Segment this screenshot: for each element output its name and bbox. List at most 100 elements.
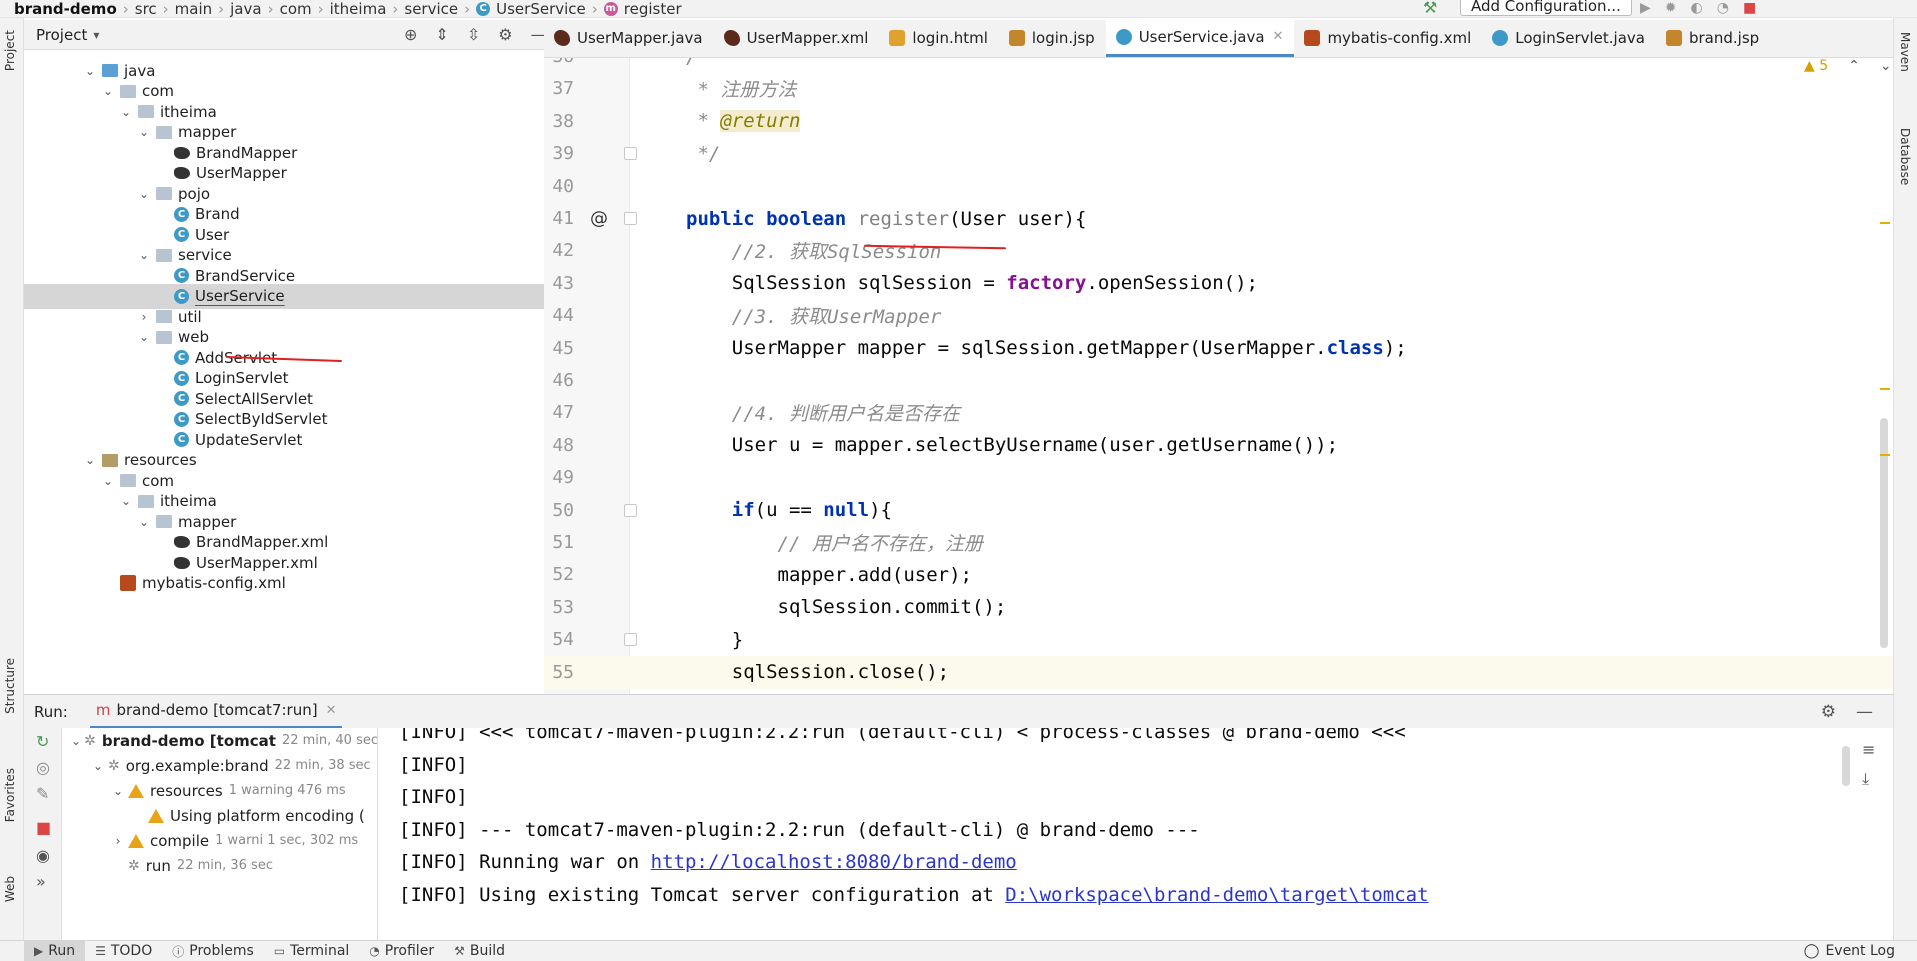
breadcrumb-item[interactable]: main <box>175 0 212 17</box>
stop-icon[interactable]: ■ <box>36 818 51 837</box>
debug-icon[interactable]: ✹ <box>1665 0 1677 16</box>
editor-tab[interactable]: UserService.java ✕ <box>1105 20 1295 57</box>
code-line[interactable]: 46 <box>544 364 1893 397</box>
wrench-icon[interactable]: ✎ <box>36 784 49 803</box>
code-line[interactable]: 43 SqlSession sqlSession = factory.openS… <box>544 267 1893 300</box>
console-link[interactable]: D:\workspace\brand-demo\target\tomcat <box>1005 884 1428 906</box>
project-panel-title[interactable]: Project <box>36 26 87 44</box>
collapse-all-icon[interactable]: ⇳ <box>467 25 480 44</box>
warning-stripe-marker[interactable] <box>1880 454 1890 456</box>
code-line[interactable]: 37 * 注册方法 <box>544 72 1893 105</box>
rerun-icon[interactable]: ↻ <box>36 732 49 751</box>
maven-tool-tab[interactable]: Maven <box>1898 32 1912 72</box>
profile-icon[interactable]: ◔ <box>1717 0 1729 16</box>
editor-tab[interactable]: login.html <box>879 20 998 57</box>
code-line[interactable]: 41 public boolean register(User user){@ <box>544 202 1893 235</box>
code-line[interactable]: 40 <box>544 170 1893 203</box>
chevron-right-icon[interactable]: › <box>136 310 152 324</box>
run-icon[interactable]: ▶ <box>1640 0 1651 16</box>
console-output[interactable]: [INFO] <<< tomcat7-maven-plugin:2.2:run … <box>390 728 1850 940</box>
console-scrollbar[interactable] <box>1842 746 1850 786</box>
project-tool-tab[interactable]: Project <box>3 30 17 71</box>
breadcrumb-item[interactable]: src <box>135 0 157 17</box>
editor-tab[interactable]: LoginServlet.java <box>1482 20 1656 57</box>
chevron-down-icon[interactable]: ▾ <box>93 28 99 42</box>
favorites-tool-tab[interactable]: Favorites <box>3 768 17 822</box>
code-line[interactable]: 39 */ <box>544 137 1893 170</box>
console-link[interactable]: http://localhost:8080/brand-demo <box>651 851 1017 873</box>
database-tool-tab[interactable]: Database <box>1898 128 1912 185</box>
chevron-down-icon[interactable]: ⌄ <box>82 64 98 78</box>
chevron-down-icon[interactable]: ⌄ <box>118 105 134 119</box>
code-line[interactable]: 52 mapper.add(user); <box>544 558 1893 591</box>
build-tree-node[interactable]: ✲ run 22 min, 36 sec <box>62 853 377 878</box>
chevron-down-icon[interactable]: ⌄ <box>82 453 98 467</box>
coverage-icon[interactable]: ◐ <box>1691 0 1703 16</box>
breadcrumb-item[interactable]: itheima <box>330 0 387 17</box>
breadcrumb-item[interactable]: service <box>404 0 458 17</box>
build-tree-node[interactable]: ⌄ resources 1 warning 476 ms <box>62 778 377 803</box>
tree-node[interactable]: mybatis-config.xml <box>24 571 544 596</box>
code-line[interactable]: 45 UserMapper mapper = sqlSession.getMap… <box>544 332 1893 365</box>
stop-icon[interactable]: ■ <box>1743 0 1756 16</box>
code-line[interactable]: 49 <box>544 461 1893 494</box>
breadcrumb-project[interactable]: brand-demo <box>14 0 117 17</box>
code-line[interactable]: 54 } <box>544 623 1893 656</box>
expand-all-icon[interactable]: ⇕ <box>435 25 448 44</box>
editor-tab[interactable]: UserMapper.xml <box>714 20 880 57</box>
build-tree-node[interactable]: ⌄ ✲ brand-demo [tomcat 22 min, 40 sec <box>62 728 377 753</box>
event-log-button[interactable]: ◯ Event Log <box>1804 940 1895 961</box>
tool-window-button[interactable]: ⚒ Build <box>444 941 515 961</box>
breadcrumb-item[interactable]: com <box>280 0 312 17</box>
editor-tab[interactable]: brand.jsp <box>1656 20 1770 57</box>
code-line[interactable]: 47 //4. 判断用户名是否存在 <box>544 396 1893 429</box>
chevron-down-icon[interactable]: ⌄ <box>100 84 116 98</box>
breadcrumb-class[interactable]: UserService <box>496 0 586 17</box>
fold-marker-icon[interactable] <box>624 147 637 161</box>
tool-window-button[interactable]: ⓘ Problems <box>162 941 264 961</box>
editor-tab[interactable]: mybatis-config.xml <box>1294 20 1482 57</box>
build-tree-node[interactable]: ⌄ ✲ org.example:brand 22 min, 38 sec <box>62 753 377 778</box>
run-configuration-tab[interactable]: m brand-demo [tomcat7:run] ✕ <box>89 695 343 729</box>
add-configuration-button[interactable]: Add Configuration... <box>1460 0 1632 16</box>
chevron-down-icon[interactable]: ⌄ <box>100 474 116 488</box>
fold-marker-icon[interactable] <box>624 212 637 225</box>
code-line[interactable]: 55 sqlSession.close(); <box>544 655 1893 689</box>
warning-stripe-marker[interactable] <box>1880 388 1890 390</box>
code-line[interactable]: 48 User u = mapper.selectByUsername(user… <box>544 429 1893 462</box>
warning-stripe-marker[interactable] <box>1880 222 1890 224</box>
code-line[interactable]: 42 //2. 获取SqlSession <box>544 234 1893 267</box>
chevron-down-icon[interactable]: ⌄ <box>110 784 126 798</box>
code-editor[interactable]: ▲ 5 ⌃ ⌄ 36/**37 * 注册方法38 * @return39 */4… <box>544 58 1893 694</box>
tool-window-button[interactable]: ◔ Profiler <box>359 941 444 961</box>
close-icon[interactable]: ✕ <box>1273 29 1284 44</box>
fold-marker-icon[interactable] <box>624 633 637 647</box>
eye-icon[interactable]: ◉ <box>36 846 50 865</box>
chevron-down-icon[interactable]: ⌄ <box>118 494 134 508</box>
build-tree-node[interactable]: Using platform encoding ( <box>62 803 377 828</box>
editor-tab[interactable]: UserMapper.java <box>544 20 714 57</box>
structure-tool-tab[interactable]: Structure <box>3 658 17 714</box>
scroll-to-end-icon[interactable]: ⤓ <box>1862 769 1875 789</box>
more-icon[interactable]: » <box>36 872 46 891</box>
chevron-down-icon[interactable]: ⌄ <box>136 187 152 201</box>
gear-icon[interactable]: ⚙ <box>498 25 512 44</box>
build-tree-node[interactable]: › compile 1 warni 1 sec, 302 ms <box>62 828 377 853</box>
code-line[interactable]: 53 sqlSession.commit(); <box>544 591 1893 624</box>
breadcrumb-item[interactable]: java <box>230 0 261 17</box>
chevron-right-icon[interactable]: › <box>110 834 126 848</box>
chevron-down-icon[interactable]: ⌄ <box>90 759 106 773</box>
toggle-view-icon[interactable]: ◎ <box>36 758 50 777</box>
chevron-down-icon[interactable]: ⌄ <box>136 515 152 529</box>
override-marker-icon[interactable]: @ <box>590 208 608 229</box>
web-tool-tab[interactable]: Web <box>3 876 17 902</box>
chevron-down-icon[interactable]: ⌄ <box>70 734 82 748</box>
code-line[interactable]: 38 * @return <box>544 105 1893 138</box>
tool-window-button[interactable]: ☰ TODO <box>85 941 162 961</box>
code-line[interactable]: 51 // 用户名不存在，注册 <box>544 526 1893 559</box>
editor-tab[interactable]: login.jsp <box>999 20 1106 57</box>
locate-icon[interactable]: ⊕ <box>404 25 417 44</box>
chevron-down-icon[interactable]: ⌄ <box>136 330 152 344</box>
hide-icon[interactable]: — <box>1856 702 1873 722</box>
code-line[interactable]: 50 if(u == null){ <box>544 494 1893 527</box>
